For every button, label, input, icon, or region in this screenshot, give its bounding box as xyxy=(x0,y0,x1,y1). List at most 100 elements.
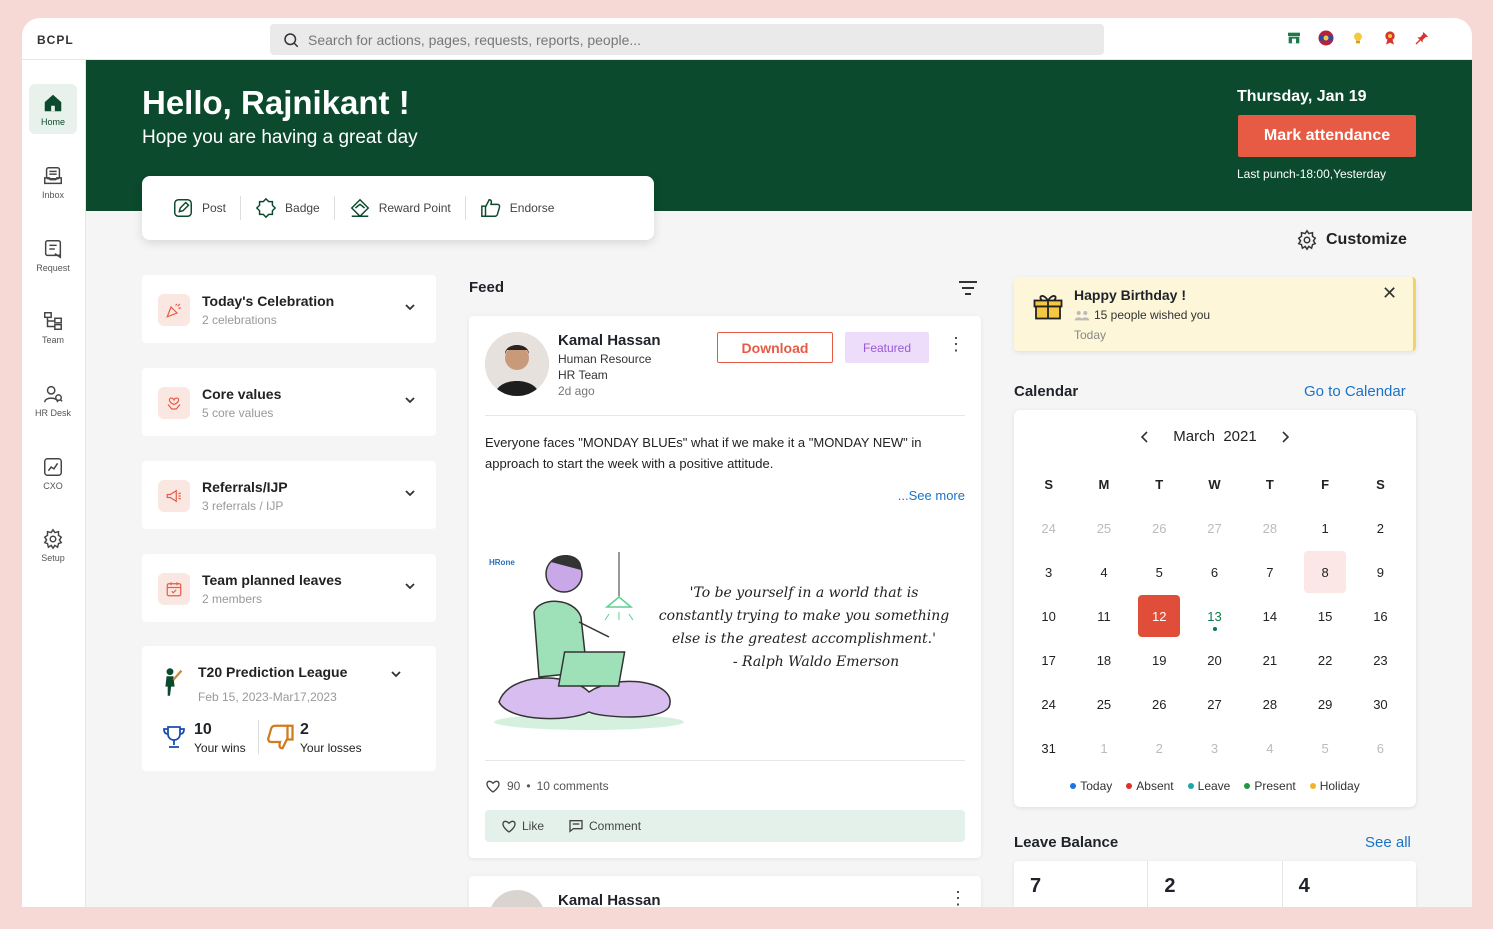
author-team: HR Team xyxy=(558,368,608,382)
more-options-icon[interactable]: ⋮ xyxy=(949,888,967,907)
team-leaves-card[interactable]: Team planned leaves 2 members xyxy=(142,554,436,622)
calendar-icon xyxy=(158,573,190,605)
close-icon[interactable]: ✕ xyxy=(1382,283,1397,304)
calendar-day[interactable]: 26 xyxy=(1132,506,1187,550)
search-input[interactable] xyxy=(308,31,1088,48)
calendar-day[interactable]: 2 xyxy=(1353,506,1408,550)
chevron-down-icon[interactable] xyxy=(404,487,416,499)
see-more-link[interactable]: ...See more xyxy=(898,488,965,503)
calendar-day[interactable]: 5 xyxy=(1132,550,1187,594)
chevron-right-icon[interactable] xyxy=(1279,430,1291,444)
author-name[interactable]: Kamal Hassan xyxy=(558,892,661,907)
calendar-day[interactable]: 9 xyxy=(1353,550,1408,594)
bulb-icon[interactable] xyxy=(1348,27,1368,49)
calendar-day[interactable]: 29 xyxy=(1297,682,1352,726)
calendar-day[interactable]: 5 xyxy=(1297,726,1352,770)
leave-balance-value[interactable]: 4 xyxy=(1281,861,1416,907)
legend-item: Today xyxy=(1070,779,1112,793)
sidebar-item-cxo[interactable]: CXO xyxy=(29,448,77,498)
chevron-left-icon[interactable] xyxy=(1139,430,1151,444)
avatar[interactable] xyxy=(489,890,545,907)
calendar-day[interactable]: 14 xyxy=(1242,594,1297,638)
calendar-day[interactable]: 31 xyxy=(1021,726,1076,770)
comment-count[interactable]: 10 comments xyxy=(537,779,609,793)
sidebar-item-inbox[interactable]: Inbox xyxy=(29,157,77,207)
sidebar-item-home[interactable]: Home xyxy=(29,84,77,134)
like-button[interactable]: Like xyxy=(501,818,544,834)
calendar-day[interactable]: 19 xyxy=(1132,638,1187,682)
referrals-card[interactable]: Referrals/IJP 3 referrals / IJP xyxy=(142,461,436,529)
calendar-day[interactable]: 6 xyxy=(1353,726,1408,770)
calendar-day[interactable]: 3 xyxy=(1187,726,1242,770)
sidebar-item-hr-desk[interactable]: HR Desk xyxy=(29,375,77,425)
filter-icon[interactable] xyxy=(958,280,978,296)
team-icon xyxy=(44,311,62,330)
calendar-day[interactable]: 11 xyxy=(1076,594,1131,638)
quick-actions: Post Badge Reward Point Endorse xyxy=(142,176,654,240)
chevron-down-icon[interactable] xyxy=(404,580,416,592)
calendar-day[interactable]: 1 xyxy=(1076,726,1131,770)
leave-balance-value[interactable]: 7 xyxy=(1014,861,1147,907)
calendar-day[interactable]: 12 xyxy=(1132,594,1187,638)
calendar-day[interactable]: 4 xyxy=(1242,726,1297,770)
calendar-day[interactable]: 28 xyxy=(1242,506,1297,550)
calendar-day[interactable]: 25 xyxy=(1076,682,1131,726)
see-all-link[interactable]: See all xyxy=(1365,834,1411,851)
calendar-day[interactable]: 28 xyxy=(1242,682,1297,726)
mark-attendance-button[interactable]: Mark attendance xyxy=(1238,115,1416,157)
celebration-card[interactable]: Today's Celebration 2 celebrations xyxy=(142,275,436,343)
calendar-day[interactable]: 15 xyxy=(1297,594,1352,638)
search-icon xyxy=(284,32,299,47)
store-icon[interactable] xyxy=(1284,27,1304,49)
brand-logo[interactable]: BCPL xyxy=(37,33,74,47)
post-action[interactable]: Post xyxy=(158,196,240,220)
t20-league-card[interactable]: T20 Prediction League Feb 15, 2023-Mar17… xyxy=(142,646,436,771)
award-icon[interactable] xyxy=(1380,27,1400,49)
heart-icon xyxy=(502,820,516,833)
calendar-day[interactable]: 8 xyxy=(1297,550,1352,594)
sidebar-item-request[interactable]: Request xyxy=(29,230,77,280)
comment-button[interactable]: Comment xyxy=(568,818,641,834)
calendar-day[interactable]: 21 xyxy=(1242,638,1297,682)
sidebar-item-setup[interactable]: Setup xyxy=(29,520,77,570)
leave-balance-value[interactable]: 2 xyxy=(1147,861,1281,907)
customize-button[interactable]: Customize xyxy=(1296,229,1407,251)
avatar[interactable] xyxy=(485,332,549,396)
more-options-icon[interactable]: ⋮ xyxy=(947,334,965,355)
calendar-day[interactable]: 17 xyxy=(1021,638,1076,682)
calendar-day[interactable]: 6 xyxy=(1187,550,1242,594)
badge-action[interactable]: Badge xyxy=(240,196,334,220)
calendar-day[interactable]: 4 xyxy=(1076,550,1131,594)
calendar-day[interactable]: 27 xyxy=(1187,682,1242,726)
calendar-day[interactable]: 23 xyxy=(1353,638,1408,682)
calendar-day[interactable]: 30 xyxy=(1353,682,1408,726)
calendar-day[interactable]: 7 xyxy=(1242,550,1297,594)
calendar-day[interactable]: 24 xyxy=(1021,506,1076,550)
endorse-action[interactable]: Endorse xyxy=(464,196,569,220)
calendar-day[interactable]: 24 xyxy=(1021,682,1076,726)
calendar-day[interactable]: 13 xyxy=(1187,594,1242,638)
calendar-day[interactable]: 22 xyxy=(1297,638,1352,682)
cricket-badge-icon[interactable] xyxy=(1316,27,1336,49)
chevron-down-icon[interactable] xyxy=(404,394,416,406)
download-button[interactable]: Download xyxy=(717,332,833,363)
reward-point-action[interactable]: Reward Point xyxy=(333,196,465,220)
calendar-day[interactable]: 2 xyxy=(1132,726,1187,770)
chevron-down-icon[interactable] xyxy=(390,668,402,680)
go-to-calendar-link[interactable]: Go to Calendar xyxy=(1304,383,1406,400)
core-values-card[interactable]: Core values 5 core values xyxy=(142,368,436,436)
search-bar[interactable] xyxy=(270,24,1104,55)
calendar-day[interactable]: 18 xyxy=(1076,638,1131,682)
calendar-day[interactable]: 20 xyxy=(1187,638,1242,682)
calendar-day[interactable]: 3 xyxy=(1021,550,1076,594)
calendar-day[interactable]: 10 xyxy=(1021,594,1076,638)
calendar-day[interactable]: 16 xyxy=(1353,594,1408,638)
pin-icon[interactable] xyxy=(1412,27,1432,49)
calendar-day[interactable]: 25 xyxy=(1076,506,1131,550)
calendar-day[interactable]: 27 xyxy=(1187,506,1242,550)
calendar-day[interactable]: 1 xyxy=(1297,506,1352,550)
sidebar-item-team[interactable]: Team xyxy=(29,302,77,352)
calendar-day[interactable]: 26 xyxy=(1132,682,1187,726)
chevron-down-icon[interactable] xyxy=(404,301,416,313)
author-name[interactable]: Kamal Hassan xyxy=(558,332,661,349)
